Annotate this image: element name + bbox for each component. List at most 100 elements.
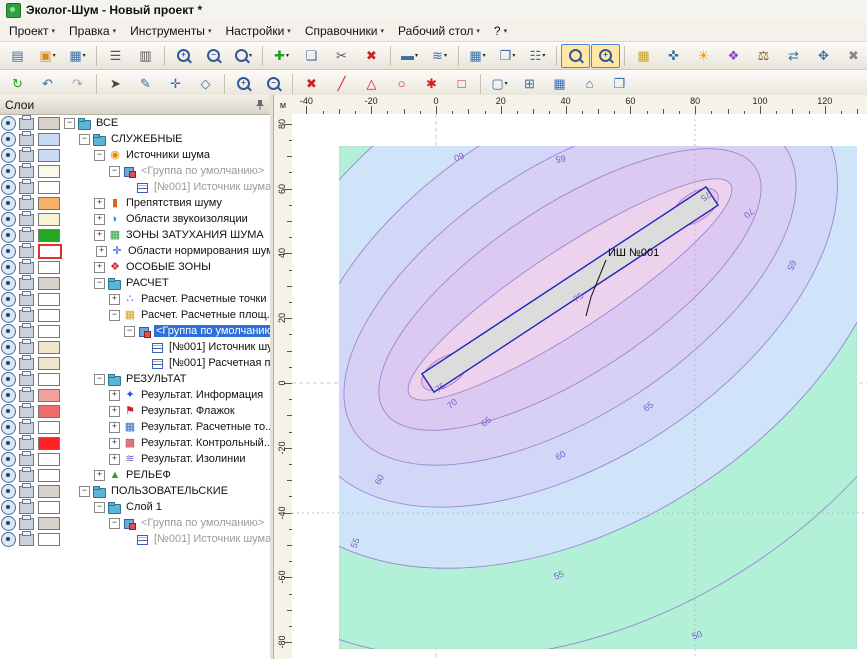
printer-icon[interactable] — [19, 294, 34, 306]
color-swatch[interactable] — [38, 117, 60, 130]
panel-view-button[interactable]: ❐▾ — [493, 44, 522, 68]
snap-grid-button[interactable]: ⊞ — [515, 72, 544, 96]
printer-icon[interactable] — [19, 486, 34, 498]
printer-icon[interactable] — [19, 534, 34, 546]
eye-icon[interactable] — [1, 532, 16, 547]
pan-button[interactable]: ✛ — [161, 72, 190, 96]
printer-icon[interactable] — [19, 230, 34, 242]
eye-icon[interactable] — [1, 516, 16, 531]
layer-row[interactable]: +∴Расчет. Расчетные точки — [0, 291, 270, 307]
eye-icon[interactable] — [1, 276, 16, 291]
printer-icon[interactable] — [19, 406, 34, 418]
color-swatch[interactable] — [38, 181, 60, 194]
objects-button[interactable]: ❐ — [605, 72, 634, 96]
expand-toggle[interactable]: + — [96, 246, 107, 257]
exchange-button[interactable]: ⇄ — [779, 44, 808, 68]
color-swatch[interactable] — [38, 421, 60, 434]
printer-icon[interactable] — [19, 422, 34, 434]
layer-row[interactable]: +▩Результат. Контрольный... — [0, 435, 270, 451]
eye-icon[interactable] — [1, 212, 16, 227]
menu-item-2[interactable]: Правка▾ — [62, 22, 123, 40]
layer-row[interactable]: −▦Расчет. Расчетные площ... — [0, 307, 270, 323]
expand-toggle[interactable]: − — [94, 374, 105, 385]
eye-icon[interactable] — [1, 292, 16, 307]
printer-icon[interactable] — [19, 214, 34, 226]
menu-item-6[interactable]: Рабочий стол▾ — [391, 22, 487, 40]
color-swatch[interactable] — [38, 405, 60, 418]
eye-icon[interactable] — [1, 436, 16, 451]
layer-row[interactable]: +▦Результат. Расчетные то... — [0, 419, 270, 435]
color-swatch[interactable] — [38, 197, 60, 210]
eye-icon[interactable] — [1, 388, 16, 403]
erase-shape-button[interactable]: ✖ — [297, 72, 326, 96]
layer-row[interactable]: −РЕЗУЛЬТАТ — [0, 371, 270, 387]
color-swatch[interactable] — [38, 389, 60, 402]
new-project-button[interactable]: ▤ — [3, 44, 32, 68]
edit-nodes-button[interactable]: ✎ — [131, 72, 160, 96]
expand-toggle[interactable]: − — [109, 518, 120, 529]
print-preview-button[interactable]: ▥ — [131, 44, 160, 68]
menu-item-3[interactable]: Инструменты▾ — [123, 22, 218, 40]
layer-row[interactable]: [№001] Расчетная пл... — [0, 355, 270, 371]
eye-icon[interactable] — [1, 308, 16, 323]
color-swatch[interactable] — [38, 501, 60, 514]
zoom-scale-button[interactable]: ▾ — [229, 44, 258, 68]
eye-icon[interactable] — [1, 468, 16, 483]
color-swatch[interactable] — [38, 277, 60, 290]
printer-icon[interactable] — [19, 326, 34, 338]
printer-icon[interactable] — [19, 166, 34, 178]
layer-row[interactable]: −<Группа по умолчанию> — [0, 323, 270, 339]
layer-row[interactable]: −<Группа по умолчанию> — [0, 515, 270, 531]
color-swatch[interactable] — [38, 437, 60, 450]
eye-icon[interactable] — [1, 116, 16, 131]
layer-row[interactable]: −◉Источники шума — [0, 147, 270, 163]
expand-toggle[interactable]: + — [109, 390, 120, 401]
eye-icon[interactable] — [1, 180, 16, 195]
expand-toggle[interactable]: + — [94, 262, 105, 273]
selection-rect-button[interactable]: ▢▾ — [485, 72, 514, 96]
printer-icon[interactable] — [19, 358, 34, 370]
color-swatch[interactable] — [38, 213, 60, 226]
printer-icon[interactable] — [19, 390, 34, 402]
menu-item-4[interactable]: Настройки▾ — [218, 22, 297, 40]
layer-row[interactable]: −ПОЛЬЗОВАТЕЛЬСКИЕ — [0, 483, 270, 499]
layer-row[interactable]: +◗Области звукоизоляции — [0, 211, 270, 227]
color-swatch[interactable] — [38, 517, 60, 530]
draw-circle-button[interactable]: ○ — [387, 72, 416, 96]
expand-toggle[interactable]: + — [109, 454, 120, 465]
color-swatch[interactable] — [38, 261, 60, 274]
add-object-button[interactable]: ✚▾ — [267, 44, 296, 68]
printer-icon[interactable] — [19, 374, 34, 386]
eye-icon[interactable] — [1, 452, 16, 467]
color-swatch[interactable] — [38, 357, 60, 370]
move-tool-button[interactable]: ✥ — [809, 44, 838, 68]
layer-row[interactable]: −ВСЕ — [0, 115, 270, 131]
color-swatch[interactable] — [38, 229, 60, 242]
printer-icon[interactable] — [19, 262, 34, 274]
eye-icon[interactable] — [1, 132, 16, 147]
redo-button[interactable]: ↷ — [63, 72, 92, 96]
cut-object-button[interactable]: ✂ — [327, 44, 356, 68]
zoom-in-2-button[interactable] — [229, 72, 258, 96]
compass-button[interactable]: ✜ — [659, 44, 688, 68]
printer-icon[interactable] — [19, 470, 34, 482]
menu-item-5[interactable]: Справочники▾ — [298, 22, 391, 40]
open-project-button[interactable]: ▣▾ — [33, 44, 62, 68]
printer-icon[interactable] — [19, 438, 34, 450]
color-swatch[interactable] — [38, 293, 60, 306]
color-swatch[interactable] — [38, 533, 60, 546]
eye-icon[interactable] — [1, 260, 16, 275]
buildings-button[interactable]: ⌂ — [575, 72, 604, 96]
menu-item-7[interactable]: ?▾ — [487, 22, 514, 40]
report-view-button[interactable]: ☷▾ — [523, 44, 552, 68]
eye-icon[interactable] — [1, 500, 16, 515]
color-swatch[interactable] — [38, 469, 60, 482]
draw-line-button[interactable]: ╱ — [327, 72, 356, 96]
refresh-button[interactable]: ↻ — [3, 72, 32, 96]
printer-icon[interactable] — [19, 118, 34, 130]
eye-icon[interactable] — [1, 372, 16, 387]
layer-row[interactable]: +▲РЕЛЬЕФ — [0, 467, 270, 483]
zoom-out-button[interactable] — [199, 44, 228, 68]
color-swatch[interactable] — [38, 453, 60, 466]
printer-icon[interactable] — [19, 182, 34, 194]
